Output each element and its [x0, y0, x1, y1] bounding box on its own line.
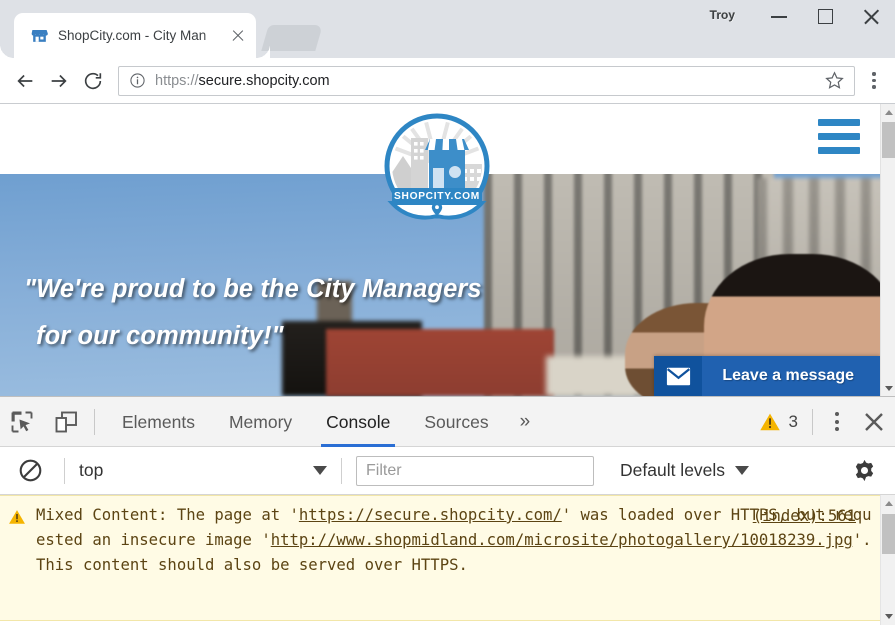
warning-count: 3	[788, 411, 798, 431]
window-minimize-button[interactable]	[756, 0, 802, 32]
inspect-element-icon[interactable]	[0, 397, 44, 447]
console-filter-input[interactable]	[356, 455, 594, 486]
minimize-icon	[771, 16, 787, 18]
info-circle-icon[interactable]	[129, 72, 146, 89]
window-close-button[interactable]	[848, 0, 894, 32]
warning-counter[interactable]: 3	[759, 411, 804, 433]
message-part-1: Mixed Content: The page at '	[36, 506, 299, 524]
toolbar-divider	[94, 408, 95, 435]
console-levels-dropdown[interactable]: Default levels	[620, 460, 750, 481]
browser-tab-title: ShopCity.com - City Man	[58, 28, 207, 43]
browser-window: ShopCity.com - City Man Troy https://sec…	[0, 0, 895, 625]
chrome-menu-button[interactable]	[861, 66, 887, 96]
profile-name[interactable]: Troy	[710, 8, 735, 22]
leave-a-message-widget[interactable]: Leave a message	[654, 356, 880, 396]
message-link-image[interactable]: http://www.shopmidland.com/microsite/pho…	[271, 531, 853, 549]
maximize-icon	[818, 9, 833, 24]
reload-button[interactable]	[76, 64, 110, 98]
scroll-up-arrow[interactable]	[881, 104, 895, 120]
chevron-down-icon	[735, 466, 750, 475]
bookmark-star-icon[interactable]	[824, 70, 846, 91]
address-bar[interactable]: https://secure.shopcity.com	[118, 65, 855, 96]
storefront-icon	[30, 26, 49, 45]
more-tabs-icon[interactable]: »	[506, 397, 544, 447]
chat-widget-label: Leave a message	[722, 367, 854, 384]
close-devtools-icon	[865, 412, 883, 431]
forward-arrow-icon	[51, 74, 67, 87]
chevron-down-icon	[313, 466, 327, 475]
hamburger-menu-icon[interactable]	[818, 119, 860, 154]
device-toolbar-icon[interactable]	[44, 397, 88, 447]
svg-text:SHOPCITY.COM: SHOPCITY.COM	[394, 191, 480, 202]
reload-icon	[84, 72, 102, 89]
url-scheme: https://	[155, 72, 199, 89]
back-arrow-icon	[17, 74, 33, 87]
console-filter-toolbar: top Default levels	[0, 447, 895, 495]
console-output: Mixed Content: The page at 'https://secu…	[0, 495, 895, 625]
console-scrollbar-thumb[interactable]	[882, 514, 895, 554]
back-button[interactable]	[8, 64, 42, 98]
url-text: https://secure.shopcity.com	[155, 73, 824, 89]
console-context-label: top	[79, 460, 104, 480]
console-warning-message[interactable]: Mixed Content: The page at 'https://secu…	[0, 495, 880, 621]
devtools-panel: Elements Memory Console Sources » 3 top …	[0, 396, 895, 625]
devtools-tabbar: Elements Memory Console Sources » 3	[0, 397, 895, 447]
background-tab[interactable]	[261, 25, 323, 51]
hero-line-2: for our community!"	[36, 322, 284, 351]
page-viewport: "We're proud to be the City Managers for…	[0, 104, 895, 396]
envelope-icon	[654, 356, 703, 396]
console-message-text: Mixed Content: The page at 'https://secu…	[28, 503, 876, 614]
hero-line-1: "We're proud to be the City Managers	[24, 275, 482, 303]
shopcity-badge-logo[interactable]: SHOPCITY.COM	[381, 112, 493, 224]
warning-triangle-icon	[8, 503, 28, 614]
warning-triangle-icon	[759, 413, 780, 430]
devtools-close-button[interactable]	[853, 397, 895, 447]
devtools-more-options-icon[interactable]	[821, 397, 853, 447]
scrollbar-thumb[interactable]	[882, 122, 895, 158]
window-maximize-button[interactable]	[802, 0, 848, 32]
console-scroll-down-arrow[interactable]	[881, 608, 895, 624]
tab-close-icon[interactable]	[228, 26, 248, 46]
clear-console-icon[interactable]	[10, 451, 50, 491]
console-levels-label: Default levels	[620, 460, 726, 480]
console-scrollbar[interactable]	[880, 495, 895, 625]
tab-console[interactable]: Console	[309, 397, 407, 447]
settings-gear-icon[interactable]	[843, 450, 885, 492]
tab-sources[interactable]: Sources	[407, 397, 505, 447]
console-scroll-up-arrow[interactable]	[881, 495, 895, 511]
hero-headline: "We're proud to be the City Managers for…	[24, 266, 482, 360]
message-link-page[interactable]: https://secure.shopcity.com/	[299, 506, 562, 524]
forward-button[interactable]	[42, 64, 76, 98]
tab-memory[interactable]: Memory	[212, 397, 309, 447]
chrome-tab-strip: ShopCity.com - City Man Troy	[0, 0, 895, 58]
browser-toolbar: https://secure.shopcity.com	[0, 58, 895, 104]
browser-tab-active[interactable]: ShopCity.com - City Man	[14, 13, 270, 58]
console-context-dropdown[interactable]: top	[79, 460, 327, 481]
console-message-source[interactable]: (index):561	[753, 507, 856, 525]
tab-elements[interactable]: Elements	[105, 397, 212, 447]
page-scrollbar[interactable]	[880, 104, 895, 396]
url-host: secure.shopcity.com	[198, 72, 330, 89]
scroll-down-arrow[interactable]	[881, 380, 895, 396]
